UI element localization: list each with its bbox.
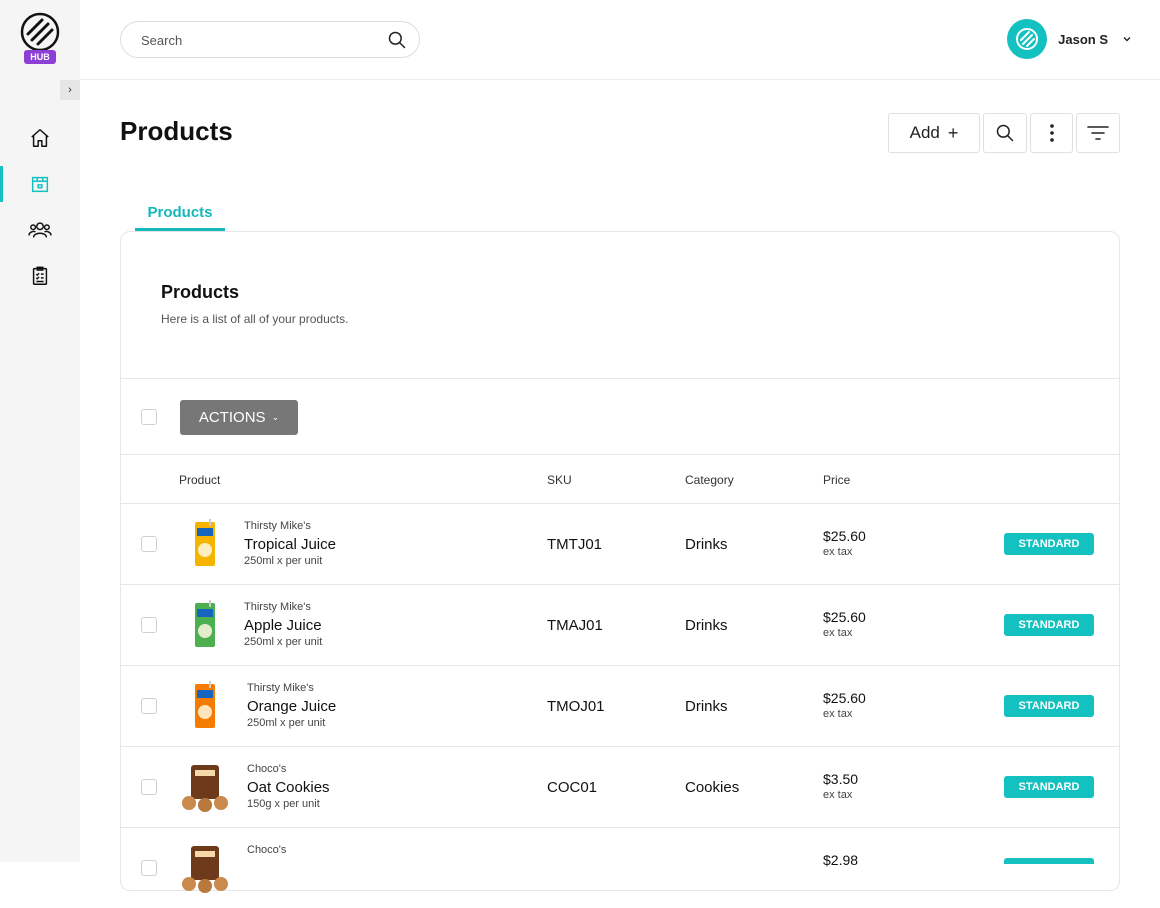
juice-box-image [195, 600, 215, 647]
product-unit: 250ml x per unit [247, 717, 326, 729]
card-title: Products [161, 282, 240, 302]
page-title: Products [120, 116, 233, 146]
juice-box-image [195, 519, 215, 566]
search-input[interactable]: Search [120, 21, 420, 58]
product-unit: 250ml x per unit [244, 555, 323, 567]
price-tax-note: ex tax [823, 708, 853, 720]
row-checkbox[interactable] [141, 860, 157, 876]
tab-products[interactable]: Products [135, 204, 225, 231]
plus-icon: + [947, 122, 959, 143]
product-sku: TMAJ01 [547, 617, 603, 634]
product-sku: TMOJ01 [547, 698, 605, 715]
product-sku: COC01 [547, 779, 598, 796]
product-name[interactable]: Apple Juice [244, 617, 322, 634]
add-button[interactable]: Add + [888, 113, 980, 153]
row-checkbox[interactable] [141, 779, 157, 795]
search-icon [996, 124, 1014, 142]
table-row[interactable]: Choco's $2.98 [121, 827, 1119, 908]
product-name[interactable]: Oat Cookies [247, 779, 330, 796]
product-unit: 150g x per unit [247, 798, 320, 810]
juice-box-image [195, 681, 215, 728]
search-placeholder: Search [141, 33, 183, 48]
product-brand: Choco's [247, 844, 287, 856]
status-badge: STANDARD [1004, 614, 1094, 636]
product-unit: 250ml x per unit [244, 636, 323, 648]
product-category: Cookies [685, 779, 740, 796]
sidebar-item-customers[interactable] [0, 212, 80, 248]
product-category: Drinks [685, 698, 728, 715]
product-price: $25.60 [823, 690, 866, 706]
chevron-down-icon [1123, 37, 1131, 42]
divider [121, 378, 1119, 379]
actions-dropdown[interactable]: ACTIONS ⌄ [180, 400, 298, 435]
divider [121, 454, 1119, 455]
product-sku: TMTJ01 [547, 536, 603, 553]
status-badge [1004, 858, 1094, 864]
filter-icon [1087, 126, 1109, 140]
kebab-menu-icon [1049, 124, 1054, 142]
chevron-right-icon: › [68, 84, 72, 96]
product-name[interactable]: Tropical Juice [244, 536, 336, 553]
users-icon [28, 222, 52, 238]
row-checkbox[interactable] [141, 698, 157, 714]
product-price: $25.60 [823, 609, 866, 625]
column-header-product[interactable]: Product [179, 473, 220, 487]
user-name: Jason S [1058, 31, 1108, 47]
user-menu[interactable]: Jason S [1007, 19, 1132, 59]
status-badge: STANDARD [1004, 695, 1094, 717]
search-icon[interactable] [387, 30, 407, 50]
sidebar-collapse-button[interactable]: › [60, 80, 80, 100]
product-price: $25.60 [823, 528, 866, 544]
sidebar: HUB › [0, 0, 80, 862]
hub-logo[interactable]: HUB [18, 12, 62, 66]
row-checkbox[interactable] [141, 536, 157, 552]
search-button[interactable] [983, 113, 1027, 153]
product-brand: Thirsty Mike's [244, 601, 311, 613]
product-category: Drinks [685, 536, 728, 553]
sidebar-item-home[interactable] [0, 120, 80, 156]
product-category: Drinks [685, 617, 728, 634]
product-brand: Thirsty Mike's [244, 520, 311, 532]
product-name[interactable]: Orange Juice [247, 698, 336, 715]
column-header-price[interactable]: Price [823, 473, 850, 487]
top-bar: Search Jason S [80, 0, 1160, 80]
sidebar-item-products[interactable] [0, 166, 80, 202]
product-brand: Choco's [247, 763, 287, 775]
table-row[interactable]: Choco's Oat Cookies 150g x per unit COC01 Co… [121, 746, 1119, 827]
column-header-category[interactable]: Category [685, 473, 734, 487]
sidebar-item-orders[interactable] [0, 258, 80, 294]
table-row[interactable]: Thirsty Mike's Apple Juice 250ml x per uni… [121, 584, 1119, 665]
status-badge: STANDARD [1004, 533, 1094, 555]
filter-button[interactable] [1076, 113, 1120, 153]
actions-label: ACTIONS [198, 409, 266, 426]
product-brand: Thirsty Mike's [247, 682, 314, 694]
row-checkbox[interactable] [141, 617, 157, 633]
logo-hub-badge: HUB [24, 50, 56, 64]
avatar-logo-icon [1016, 28, 1039, 50]
cookie-pack-image [182, 765, 228, 812]
cookie-pack-image [182, 846, 228, 893]
more-options-button[interactable] [1030, 113, 1073, 153]
add-label: Add [909, 123, 940, 142]
product-price: $3.50 [823, 771, 859, 787]
status-badge: STANDARD [1004, 776, 1094, 798]
clipboard-list-icon [32, 266, 48, 285]
products-card: Products Here is a list of all of your p… [120, 231, 1120, 893]
price-tax-note: ex tax [823, 627, 853, 639]
logo-mark-icon [20, 12, 60, 52]
avatar [1007, 19, 1048, 59]
price-tax-note: ex tax [823, 546, 853, 558]
package-icon [31, 176, 49, 193]
product-price: $2.98 [823, 852, 859, 868]
home-icon [31, 129, 49, 147]
select-all-checkbox[interactable] [141, 409, 157, 425]
price-tax-note: ex tax [823, 789, 853, 801]
table-row[interactable]: Thirsty Mike's Orange Juice 250ml x per un… [121, 665, 1119, 746]
card-subtitle: Here is a list of all of your products. [161, 312, 349, 326]
column-header-sku[interactable]: SKU [547, 473, 572, 487]
table-row[interactable]: Thirsty Mike's Tropical Juice 250ml x per … [121, 503, 1119, 584]
chevron-down-icon: ⌄ [271, 412, 280, 422]
